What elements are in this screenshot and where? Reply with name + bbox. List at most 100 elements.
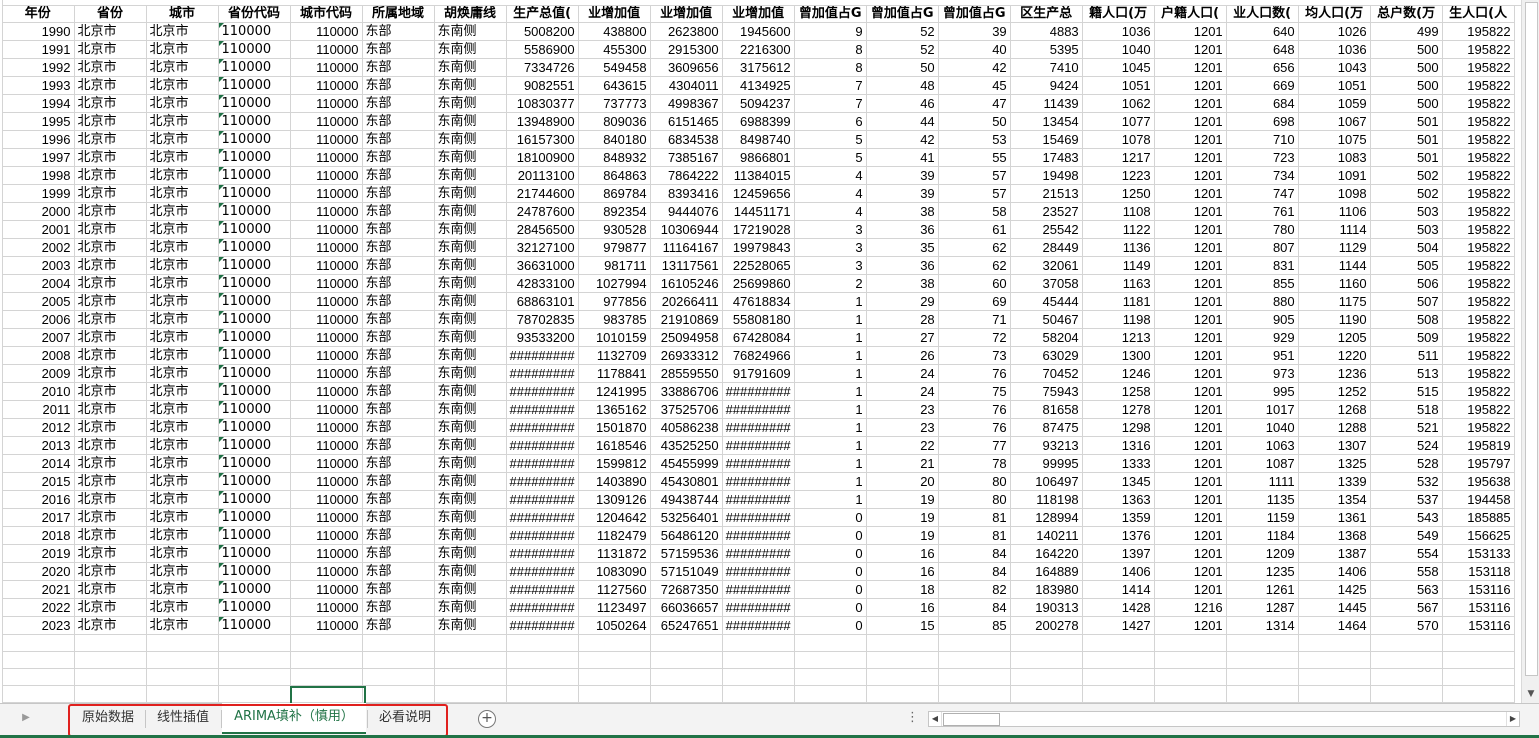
- table-cell[interactable]: 1111: [1226, 472, 1299, 491]
- table-cell[interactable]: 东南侧: [434, 364, 507, 383]
- table-cell[interactable]: 110000: [290, 58, 363, 77]
- table-cell[interactable]: 153133: [1442, 544, 1515, 563]
- table-cell[interactable]: 1: [794, 400, 867, 419]
- table-cell[interactable]: 2016: [2, 490, 75, 509]
- table-cell[interactable]: 84: [938, 544, 1011, 563]
- table-cell[interactable]: 1040: [1226, 418, 1299, 437]
- table-cell[interactable]: 110000: [218, 184, 291, 203]
- table-cell[interactable]: 110000: [290, 220, 363, 239]
- table-cell[interactable]: 507: [1370, 292, 1443, 311]
- table-cell[interactable]: 北京市: [74, 274, 147, 293]
- table-cell[interactable]: 61: [938, 220, 1011, 239]
- table-cell[interactable]: 46: [866, 94, 939, 113]
- table-cell[interactable]: 1339: [1298, 472, 1371, 491]
- table-cell[interactable]: 110000: [218, 472, 291, 491]
- table-cell[interactable]: 110000: [218, 22, 291, 41]
- table-cell[interactable]: #########: [506, 562, 579, 581]
- table-cell[interactable]: 4134925: [722, 76, 795, 95]
- table-cell[interactable]: 东南侧: [434, 76, 507, 95]
- table-cell[interactable]: 北京市: [146, 598, 219, 617]
- table-row[interactable]: 2006 北京市 北京市 110000 110000 东部 东南侧 78702835 98378…: [2, 310, 1515, 329]
- table-cell[interactable]: 190313: [1010, 598, 1083, 617]
- table-cell[interactable]: 563: [1370, 580, 1443, 599]
- table-cell[interactable]: 71: [938, 310, 1011, 329]
- table-cell[interactable]: 26933312: [650, 346, 723, 365]
- table-cell[interactable]: 0: [794, 544, 867, 563]
- table-row[interactable]: 1996 北京市 北京市 110000 110000 东部 东南侧 16157300 84018…: [2, 130, 1515, 149]
- table-cell[interactable]: 24: [866, 364, 939, 383]
- table-cell[interactable]: 25699860: [722, 274, 795, 293]
- empty-cell[interactable]: [1010, 651, 1083, 669]
- table-cell[interactable]: #########: [722, 418, 795, 437]
- table-cell[interactable]: 东南侧: [434, 166, 507, 185]
- table-cell[interactable]: 532: [1370, 472, 1443, 491]
- empty-cell[interactable]: [1442, 685, 1515, 703]
- table-cell[interactable]: 1010159: [578, 328, 651, 347]
- table-cell[interactable]: 1201: [1154, 382, 1227, 401]
- table-cell[interactable]: 93533200: [506, 328, 579, 347]
- table-cell[interactable]: 东南侧: [434, 490, 507, 509]
- table-row[interactable]: 2015 北京市 北京市 110000 110000 东部 东南侧 ######### 1403…: [2, 472, 1515, 491]
- table-cell[interactable]: 1: [794, 454, 867, 473]
- table-cell[interactable]: 73: [938, 346, 1011, 365]
- spreadsheet-grid-area[interactable]: 年份 省份 城市 省份代码 城市代码 所属地域 胡焕庸线 生产总值(业增加值 业增加值 业增加值曾…: [0, 0, 1521, 703]
- table-cell[interactable]: 110000: [218, 598, 291, 617]
- table-cell[interactable]: 57159536: [650, 544, 723, 563]
- table-cell[interactable]: 110000: [290, 202, 363, 221]
- table-cell[interactable]: 110000: [218, 76, 291, 95]
- empty-cell[interactable]: [2, 685, 75, 703]
- table-cell[interactable]: 1368: [1298, 526, 1371, 545]
- table-cell[interactable]: 1201: [1154, 472, 1227, 491]
- table-cell[interactable]: 1992: [2, 58, 75, 77]
- table-cell[interactable]: 东部: [362, 310, 435, 329]
- table-cell[interactable]: 北京市: [146, 508, 219, 527]
- table-cell[interactable]: #########: [506, 346, 579, 365]
- table-cell[interactable]: 1: [794, 472, 867, 491]
- table-cell[interactable]: 东南侧: [434, 328, 507, 347]
- empty-cell[interactable]: [218, 668, 291, 686]
- table-cell[interactable]: 0: [794, 508, 867, 527]
- table-cell[interactable]: 北京市: [146, 40, 219, 59]
- table-cell[interactable]: 2003: [2, 256, 75, 275]
- table-cell[interactable]: 1201: [1154, 112, 1227, 131]
- table-cell[interactable]: 195822: [1442, 112, 1515, 131]
- table-cell[interactable]: 47618834: [722, 292, 795, 311]
- table-cell[interactable]: 99995: [1010, 454, 1083, 473]
- table-row[interactable]: 1991 北京市 北京市 110000 110000 东部 东南侧 5586900 455300…: [2, 40, 1515, 59]
- table-cell[interactable]: 118198: [1010, 490, 1083, 509]
- table-cell[interactable]: 北京市: [146, 616, 219, 635]
- table-cell[interactable]: 东南侧: [434, 418, 507, 437]
- table-cell[interactable]: 53: [938, 130, 1011, 149]
- table-cell[interactable]: 2014: [2, 454, 75, 473]
- table-cell[interactable]: #########: [722, 382, 795, 401]
- empty-cell[interactable]: [2, 634, 75, 652]
- table-cell[interactable]: 2004: [2, 274, 75, 293]
- table-cell[interactable]: 1201: [1154, 436, 1227, 455]
- empty-cell[interactable]: [578, 685, 651, 703]
- table-cell[interactable]: 9082551: [506, 76, 579, 95]
- table-cell[interactable]: 北京市: [74, 580, 147, 599]
- table-cell[interactable]: 北京市: [74, 40, 147, 59]
- table-row[interactable]: 2005 北京市 北京市 110000 110000 东部 东南侧 68863101 97785…: [2, 292, 1515, 311]
- table-cell[interactable]: 52: [866, 40, 939, 59]
- table-cell[interactable]: 195822: [1442, 58, 1515, 77]
- table-cell[interactable]: 1175: [1298, 292, 1371, 311]
- empty-cell[interactable]: [1154, 668, 1227, 686]
- table-cell[interactable]: 1235: [1226, 562, 1299, 581]
- table-cell[interactable]: 110000: [218, 130, 291, 149]
- empty-cell[interactable]: [434, 668, 507, 686]
- table-cell[interactable]: 1059: [1298, 94, 1371, 113]
- table-cell[interactable]: 110000: [218, 292, 291, 311]
- table-cell[interactable]: 1: [794, 292, 867, 311]
- empty-cell[interactable]: [2, 651, 75, 669]
- table-cell[interactable]: 1376: [1082, 526, 1155, 545]
- table-cell[interactable]: 0: [794, 526, 867, 545]
- table-cell[interactable]: 81: [938, 526, 1011, 545]
- table-cell[interactable]: #########: [722, 490, 795, 509]
- table-cell[interactable]: 21: [866, 454, 939, 473]
- table-cell[interactable]: 110000: [218, 382, 291, 401]
- table-cell[interactable]: 北京市: [146, 184, 219, 203]
- empty-cell[interactable]: [650, 668, 723, 686]
- table-cell[interactable]: 2000: [2, 202, 75, 221]
- table-cell[interactable]: 110000: [218, 436, 291, 455]
